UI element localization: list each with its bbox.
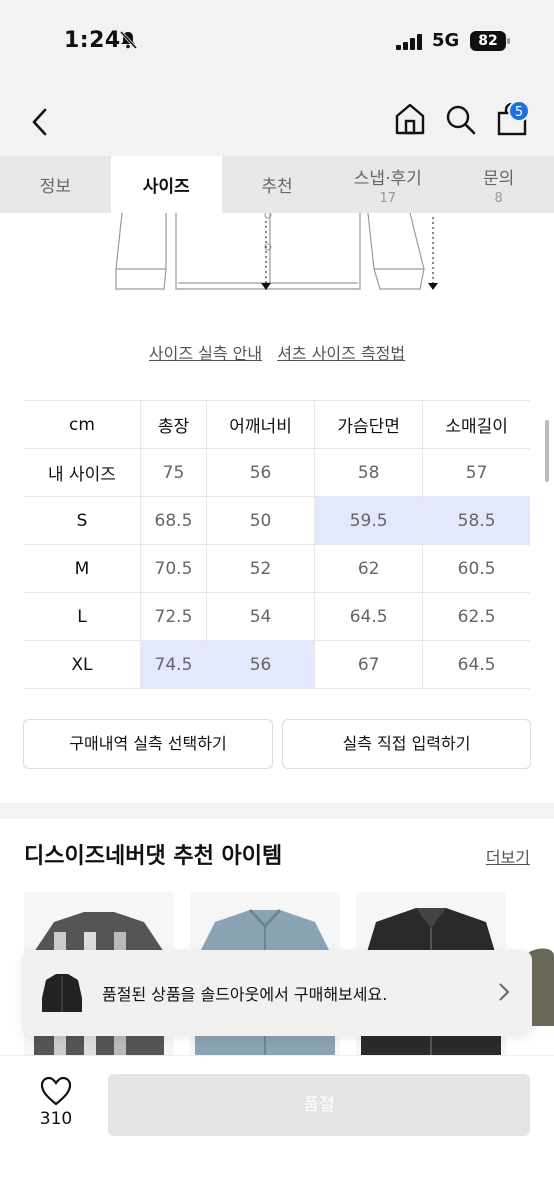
status-time: 1:24 [64,28,121,53]
tab-label: 스냅·후기 [353,168,422,189]
network-label: 5G [432,30,460,51]
purchase-history-measure-button[interactable]: 구매내역 실측 선택하기 [23,719,273,769]
shirt-measurement-diagram [115,213,438,290]
scrollbar[interactable] [545,420,549,482]
table-cell: 75 [139,448,207,497]
table-header: 어깨너비 [206,400,315,449]
table-row: 내 사이즈 75 56 58 57 [24,448,530,497]
tab-label: 사이즈 [142,177,190,197]
section-divider [0,803,554,819]
tab-inquiry[interactable]: 문의 8 [443,156,554,213]
table-cell: 54 [206,592,315,641]
table-cell: 67 [314,640,423,689]
tab-label: 정보 [39,177,72,197]
table-row: S 68.5 50 59.5 58.5 [24,496,530,545]
table-row: XL 74.5 56 67 64.5 [24,640,530,689]
row-label: XL [24,640,141,689]
table-cell: 62.5 [422,592,530,641]
nav-bar: 5 [0,88,554,156]
home-icon[interactable] [394,102,426,136]
tab-snap-review[interactable]: 스냅·후기 17 [332,156,443,213]
row-label: S [24,496,141,545]
table-cell: 64.5 [314,592,423,641]
table-header: cm [24,400,141,449]
status-bar: 1:24 5G 82 [0,0,554,88]
row-label: M [24,544,141,593]
tab-label: 문의 [482,168,515,189]
table-cell-highlight: 56 [206,640,315,689]
table-cell-highlight: 59.5 [314,496,423,545]
tab-size[interactable]: 사이즈 [110,156,222,213]
table-header-row: cm 총장 어깨너비 가슴단면 소매길이 [24,400,530,449]
cart-count-badge: 5 [508,100,530,122]
size-guide-links: 사이즈 실측 안내 셔츠 사이즈 측정법 [0,340,554,364]
size-table: cm 총장 어깨너비 가슴단면 소매길이 내 사이즈 75 56 58 57 S… [24,400,530,689]
like-count: 310 [39,1109,73,1129]
tab-count: 17 [379,190,397,206]
battery-indicator: 82 [470,31,510,51]
toast-product-thumbnail [42,974,82,1012]
soldout-promo-banner[interactable]: 품절된 상품을 솔드아웃에서 구매해보세요. [22,950,532,1036]
table-header: 총장 [139,400,207,449]
tab-label: 추천 [261,177,293,197]
product-tabs: 정보 사이즈 추천 스냅·후기 17 문의 8 [0,156,554,213]
table-cell-highlight: 74.5 [139,640,207,689]
table-cell: 64.5 [422,640,530,689]
direct-measure-input-button[interactable]: 실측 직접 입력하기 [282,719,531,769]
table-cell: 68.5 [139,496,207,545]
table-cell: 50 [206,496,315,545]
recommend-section-title: 디스이즈네버댓 추천 아이템 [24,844,283,869]
toast-message: 품절된 상품을 솔드아웃에서 구매해보세요. [102,985,388,1004]
table-cell: 60.5 [422,544,530,593]
tab-info[interactable]: 정보 [0,156,111,213]
table-cell: 57 [422,448,530,497]
see-more-link[interactable]: 더보기 [486,844,530,868]
row-label: 내 사이즈 [24,448,141,497]
bell-muted-icon [119,30,138,50]
table-row: L 72.5 54 64.5 62.5 [24,592,530,641]
table-header: 가슴단면 [314,400,423,449]
table-cell-highlight: 58.5 [422,496,530,545]
table-cell: 56 [206,448,315,497]
table-cell: 70.5 [139,544,207,593]
soldout-button[interactable]: 품절 [108,1074,530,1136]
row-label: L [24,592,141,641]
signal-icon [396,34,422,50]
heart-icon[interactable] [40,1076,72,1106]
table-cell: 58 [314,448,423,497]
table-row: M 70.5 52 62 60.5 [24,544,530,593]
tab-recommend[interactable]: 추천 [222,156,333,213]
bottom-action-bar: 310 품절 [0,1055,554,1200]
tab-count: 8 [494,190,503,206]
table-cell: 62 [314,544,423,593]
table-cell: 52 [206,544,315,593]
chevron-right-icon [499,983,510,1001]
search-icon[interactable] [445,104,477,136]
size-guide-link[interactable]: 사이즈 실측 안내 [149,344,262,363]
table-cell: 72.5 [139,592,207,641]
shirt-measure-guide-link[interactable]: 셔츠 사이즈 측정법 [277,344,405,363]
back-icon[interactable] [26,106,54,138]
table-header: 소매길이 [422,400,530,449]
